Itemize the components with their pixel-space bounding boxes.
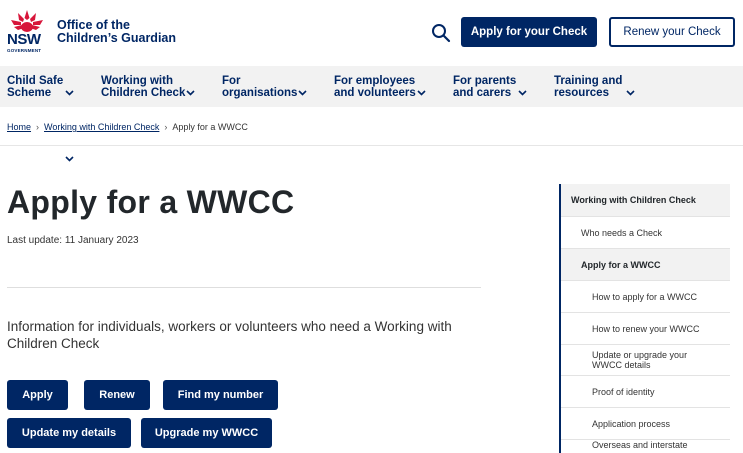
- nsw-wordmark: NSW: [7, 31, 41, 48]
- chevron-right-icon: ›: [36, 122, 40, 132]
- breadcrumb-section-link[interactable]: Working with Children Check: [44, 122, 159, 132]
- side-nav-item-overseas-and-interstate[interactable]: Overseas and interstate: [561, 440, 730, 453]
- chevron-down-icon[interactable]: [518, 90, 527, 96]
- update-my-details-button[interactable]: Update my details: [7, 418, 131, 448]
- nav-item-for-employees-and-volunteers[interactable]: For employees and volunteers: [334, 75, 416, 99]
- breadcrumb-home-link[interactable]: Home: [7, 122, 31, 132]
- chevron-down-icon[interactable]: [417, 90, 426, 96]
- search-icon[interactable]: [431, 23, 451, 43]
- nav-item-for-organisations[interactable]: For organisations: [222, 75, 297, 99]
- nav-item-label-line2: organisations: [222, 87, 298, 99]
- nav-item-label-line1: Training and: [554, 75, 623, 87]
- nsw-government-logo[interactable]: NSW GOVERNMENT: [7, 9, 47, 55]
- nav-item-label-line1: For: [222, 75, 241, 87]
- waratah-icon: [11, 10, 43, 32]
- site-header: NSW GOVERNMENT Office of the Children’s …: [0, 0, 743, 65]
- side-nav-item-how-to-apply[interactable]: How to apply for a WWCC: [561, 281, 730, 313]
- nav-item-label-line2: and carers: [453, 87, 512, 99]
- nav-item-working-with-children-check[interactable]: Working with Children Check: [101, 75, 185, 99]
- chevron-down-icon[interactable]: [65, 90, 74, 96]
- nav-item-for-parents-and-carers[interactable]: For parents and carers: [453, 75, 516, 99]
- upgrade-my-wwcc-button[interactable]: Upgrade my WWCC: [141, 418, 272, 448]
- nav-item-label-line2: resources: [554, 87, 609, 99]
- apply-for-check-button[interactable]: Apply for your Check: [461, 17, 597, 47]
- divider: [0, 145, 743, 146]
- nav-item-label-line2: Children Check: [101, 87, 186, 99]
- main-nav: Child Safe Scheme Working with Children …: [0, 66, 743, 162]
- office-name-line2: Children’s Guardian: [57, 31, 177, 45]
- divider: [7, 287, 481, 288]
- apply-button[interactable]: Apply: [7, 380, 68, 410]
- side-nav-heading[interactable]: Working with Children Check: [561, 184, 730, 217]
- side-nav: Working with Children Check Who needs a …: [559, 184, 743, 453]
- side-nav-item-proof-of-identity[interactable]: Proof of identity: [561, 376, 730, 408]
- nav-item-label-line2: and volunteers: [334, 87, 416, 99]
- side-nav-item-update-or-upgrade[interactable]: Update or upgrade your WWCC details: [561, 345, 730, 376]
- government-wordmark: GOVERNMENT: [7, 48, 42, 53]
- chevron-down-icon[interactable]: [626, 90, 635, 96]
- nav-item-label-line2: Scheme: [7, 87, 52, 99]
- breadcrumb-current: Apply for a WWCC: [172, 122, 248, 132]
- office-name[interactable]: Office of the Children’s Guardian: [57, 19, 176, 45]
- renew-check-button[interactable]: Renew your Check: [609, 17, 735, 47]
- last-update-text: Last update: 11 January 2023: [7, 235, 139, 246]
- side-nav-item-label-line1: Update or upgrade your: [592, 350, 688, 360]
- nav-item-label-line1: Child Safe: [7, 75, 64, 87]
- chevron-down-icon[interactable]: [186, 90, 195, 96]
- nav-item-child-safe-scheme[interactable]: Child Safe Scheme: [7, 75, 63, 99]
- side-nav-item-apply-for-a-wwcc[interactable]: Apply for a WWCC: [561, 249, 730, 281]
- chevron-down-icon[interactable]: [65, 156, 74, 162]
- intro-text: Information for individuals, workers or …: [7, 319, 452, 351]
- breadcrumb: Home › Working with Children Check › Apply f…: [7, 122, 248, 132]
- side-nav-item-who-needs-a-check[interactable]: Who needs a Check: [561, 217, 730, 249]
- renew-button[interactable]: Renew: [84, 380, 150, 410]
- chevron-right-icon: ›: [164, 122, 168, 132]
- side-nav-item-how-to-renew[interactable]: How to renew your WWCC: [561, 313, 730, 345]
- side-nav-item-application-process[interactable]: Application process: [561, 408, 730, 440]
- find-my-number-button[interactable]: Find my number: [163, 380, 278, 410]
- side-nav-item-label-line2: WWCC details: [592, 360, 651, 370]
- chevron-down-icon[interactable]: [298, 90, 307, 96]
- nav-item-training-and-resources[interactable]: Training and resources: [554, 75, 622, 99]
- nav-item-label-line1: Working with: [101, 75, 173, 87]
- nav-item-label-line1: For employees: [334, 75, 416, 87]
- nav-item-label-line1: For parents: [453, 75, 517, 87]
- page-title: Apply for a WWCC: [7, 184, 295, 220]
